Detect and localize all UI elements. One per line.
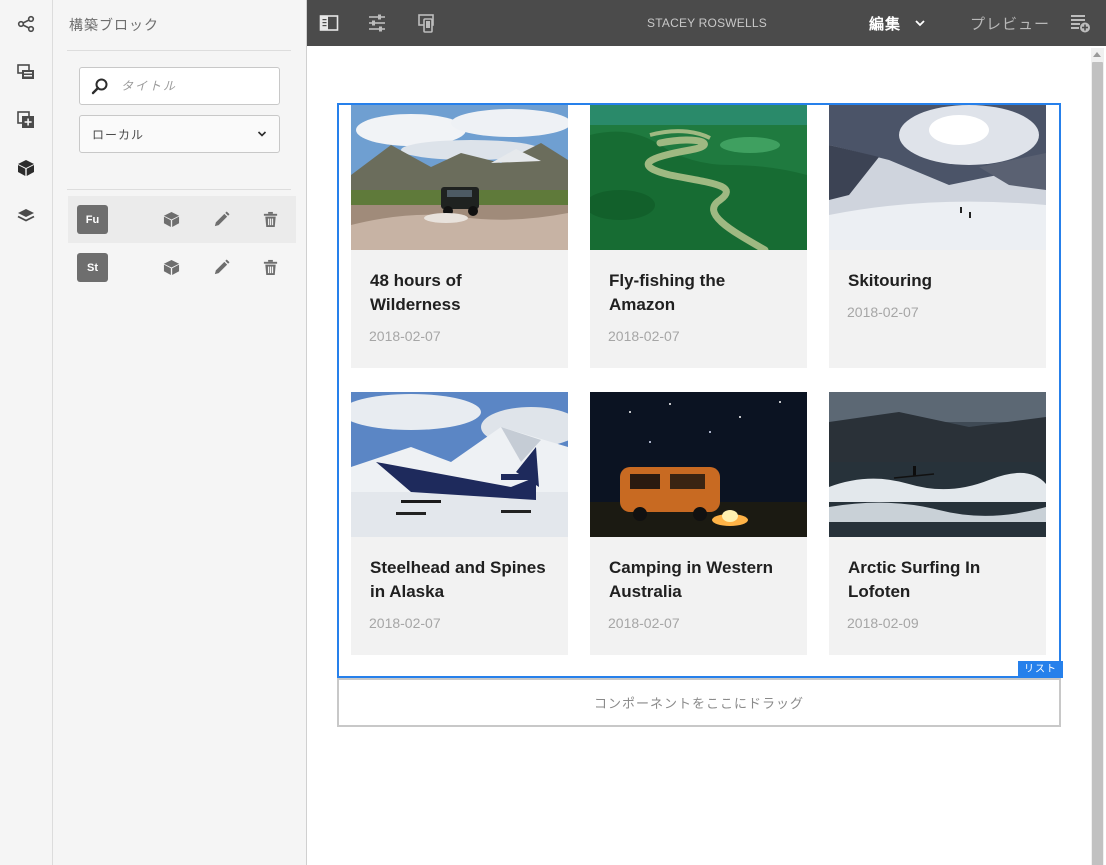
chevron-down-icon[interactable]	[914, 17, 926, 29]
article-image	[829, 105, 1046, 250]
article-image	[829, 392, 1046, 537]
chevron-down-icon	[257, 131, 267, 137]
search-field[interactable]	[79, 67, 280, 105]
side-rail	[0, 0, 53, 865]
panel-title: 構築ブロック	[69, 17, 159, 33]
article-date: 2018-02-07	[847, 304, 919, 320]
edit-pencil-icon[interactable]	[211, 210, 231, 230]
article-card[interactable]: Camping in Western Australia 2018-02-07	[590, 392, 807, 655]
filter-select[interactable]: ローカル	[79, 115, 280, 153]
list-component-label[interactable]: リスト	[1018, 661, 1063, 678]
divider	[67, 189, 291, 190]
article-card[interactable]: Skitouring 2018-02-07	[829, 105, 1046, 368]
article-card[interactable]: Steelhead and Spines in Alaska 2018-02-0…	[351, 392, 568, 655]
block-badge: St	[77, 253, 108, 282]
article-card[interactable]: Fly-fishing the Amazon 2018-02-07	[590, 105, 807, 368]
vertical-scrollbar[interactable]	[1091, 48, 1104, 865]
share-icon[interactable]	[10, 8, 42, 40]
article-date: 2018-02-07	[369, 328, 441, 344]
page-canvas: 48 hours of Wilderness 2018-02-07 Fly-fi…	[307, 46, 1106, 865]
search-input[interactable]	[121, 79, 271, 93]
article-image	[351, 392, 568, 537]
article-image	[590, 105, 807, 250]
article-image	[590, 392, 807, 537]
article-image	[351, 105, 568, 250]
layers-icon[interactable]	[10, 200, 42, 232]
mode-selector[interactable]: 編集	[869, 13, 901, 34]
delete-trash-icon[interactable]	[260, 258, 280, 278]
components-icon[interactable]	[10, 104, 42, 136]
scroll-up-arrow-icon[interactable]	[1093, 52, 1101, 57]
article-title[interactable]: Skitouring	[848, 269, 1033, 293]
assets-icon[interactable]	[10, 56, 42, 88]
building-blocks-icon[interactable]	[10, 152, 42, 184]
article-date: 2018-02-07	[608, 615, 680, 631]
scrollbar-thumb[interactable]	[1092, 62, 1103, 865]
block-row[interactable]: St	[68, 244, 296, 291]
editor-toolbar: STACEY ROSWELLS 編集 プレビュー	[307, 0, 1106, 46]
article-date: 2018-02-07	[369, 615, 441, 631]
preview-button[interactable]: プレビュー	[970, 13, 1050, 34]
article-date: 2018-02-09	[847, 615, 919, 631]
block-package-icon[interactable]	[161, 258, 181, 278]
edit-pencil-icon[interactable]	[211, 258, 231, 278]
article-title[interactable]: Fly-fishing the Amazon	[609, 269, 794, 317]
emulator-devices-icon[interactable]	[415, 11, 439, 35]
delete-trash-icon[interactable]	[260, 210, 280, 230]
toggle-side-panel-icon[interactable]	[317, 11, 341, 35]
page-owner-label: STACEY ROSWELLS	[647, 16, 767, 30]
article-title[interactable]: Arctic Surfing In Lofoten	[848, 556, 1033, 604]
divider	[67, 50, 291, 51]
search-icon	[91, 78, 108, 95]
drop-zone[interactable]: コンポーネントをここにドラッグ	[337, 678, 1061, 727]
block-badge: Fu	[77, 205, 108, 234]
article-title[interactable]: Steelhead and Spines in Alaska	[370, 556, 555, 604]
block-row[interactable]: Fu	[68, 196, 296, 243]
editor-app: 構築ブロック ローカル Fu St	[0, 0, 1106, 865]
article-title[interactable]: Camping in Western Australia	[609, 556, 794, 604]
page-properties-sliders-icon[interactable]	[365, 11, 389, 35]
building-blocks-panel: 構築ブロック ローカル Fu St	[53, 0, 307, 865]
article-card[interactable]: Arctic Surfing In Lofoten 2018-02-09	[829, 392, 1046, 655]
article-date: 2018-02-07	[608, 328, 680, 344]
article-title[interactable]: 48 hours of Wilderness	[370, 269, 555, 317]
annotations-icon[interactable]	[1069, 12, 1091, 34]
filter-select-value: ローカル	[92, 127, 145, 142]
block-package-icon[interactable]	[161, 210, 181, 230]
article-card[interactable]: 48 hours of Wilderness 2018-02-07	[351, 105, 568, 368]
